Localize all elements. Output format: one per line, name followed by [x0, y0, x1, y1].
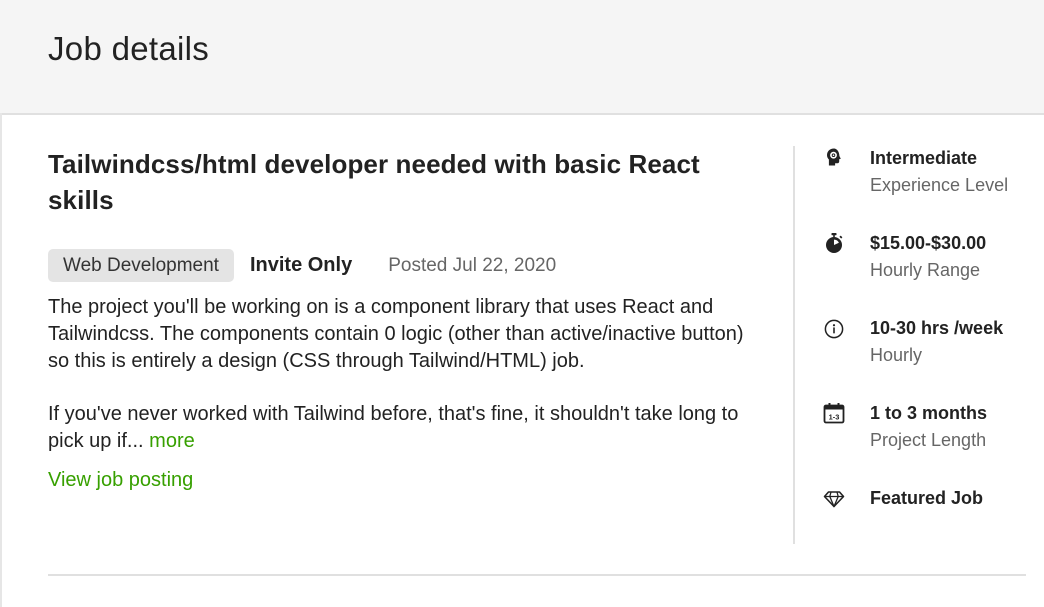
job-meta-row: Web Development Invite Only Posted Jul 2… — [48, 249, 768, 282]
page-header: Job details — [0, 0, 1044, 115]
stopwatch-icon — [822, 231, 846, 255]
project-length-label: Project Length — [870, 430, 987, 450]
category-badge: Web Development — [48, 249, 234, 282]
experience-level-label: Experience Level — [870, 175, 1009, 195]
posted-date: Posted Jul 22, 2020 — [388, 254, 557, 276]
hourly-range-value: $15.00-$30.00 — [870, 233, 987, 253]
job-title: Tailwindcss/html developer needed with b… — [48, 149, 700, 215]
bottom-divider — [48, 574, 1026, 576]
sidebar-item-project-length-text: 1 to 3 months Project Length — [870, 402, 987, 451]
hours-per-week-value: 10-30 hrs /week — [870, 318, 1004, 338]
calendar-icon: 1-3 — [822, 401, 846, 425]
sidebar-item-hours-text: 10-30 hrs /week Hourly — [870, 317, 1003, 366]
experience-level-value: Intermediate — [870, 148, 978, 168]
sidebar-item-featured-text: Featured Job — [870, 487, 983, 509]
hourly-range-label: Hourly Range — [870, 260, 981, 280]
sidebar-item-hours: 10-30 hrs /week Hourly — [822, 314, 1037, 399]
sidebar-item-experience: Intermediate Experience Level — [822, 144, 1037, 229]
sidebar-item-experience-text: Intermediate Experience Level — [870, 147, 1008, 196]
hours-per-week-label: Hourly — [870, 345, 923, 365]
job-sidebar: Intermediate Experience Level $15.00-$30… — [822, 144, 1037, 569]
visibility-label: Invite Only — [249, 254, 353, 276]
project-length-value: 1 to 3 months — [870, 403, 988, 423]
sidebar-item-featured: Featured Job — [822, 484, 1037, 569]
vertical-divider — [793, 146, 795, 544]
info-clock-icon — [822, 316, 846, 340]
sidebar-item-hourly-range-text: $15.00-$30.00 Hourly Range — [870, 232, 986, 281]
left-border — [0, 113, 2, 607]
diamond-icon — [822, 486, 846, 510]
description-paragraph-1: The project you'll be working on is a co… — [48, 296, 744, 372]
page-title: Job details — [48, 30, 210, 67]
more-link[interactable]: more — [149, 430, 195, 452]
view-job-posting-link[interactable]: View job posting — [48, 469, 193, 492]
job-description: The project you'll be working on is a co… — [48, 294, 758, 455]
sidebar-item-hourly-range: $15.00-$30.00 Hourly Range — [822, 229, 1037, 314]
featured-job-value: Featured Job — [870, 488, 984, 508]
description-paragraph-2: If you've never worked with Tailwind bef… — [48, 401, 758, 455]
experience-level-icon — [822, 146, 846, 170]
job-main: Tailwindcss/html developer needed with b… — [48, 146, 768, 492]
sidebar-item-project-length: 1-3 1 to 3 months Project Length — [822, 399, 1037, 484]
calendar-icon-text: 1-3 — [829, 412, 840, 421]
